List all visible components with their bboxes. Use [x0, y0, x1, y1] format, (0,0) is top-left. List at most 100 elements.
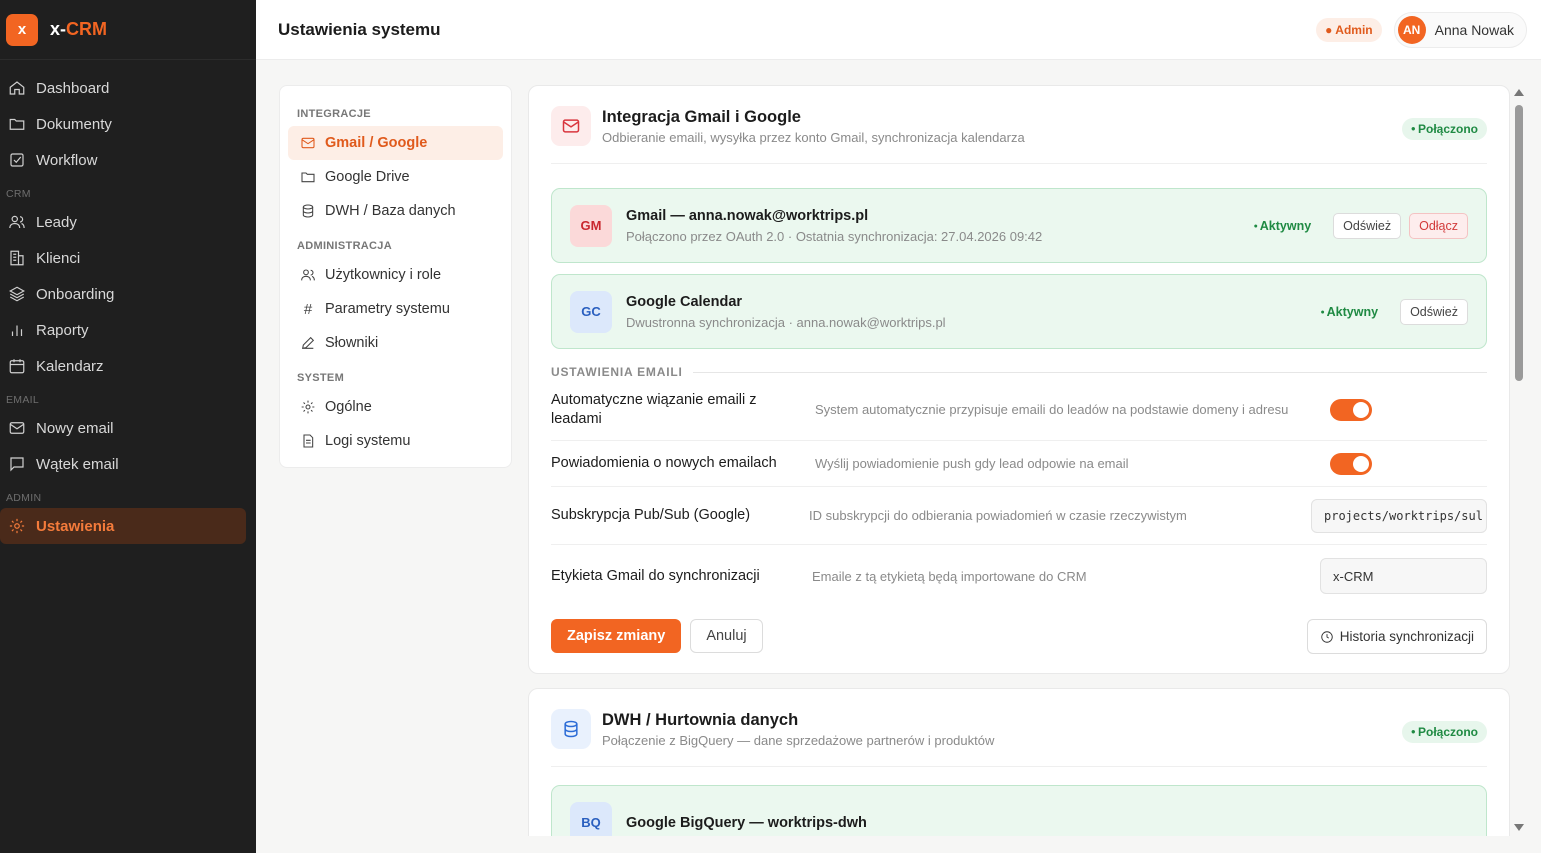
notifications-toggle[interactable] [1330, 452, 1372, 475]
setting-label: Etykieta Gmail do synchronizacji [551, 567, 760, 584]
settings-item-label: Logi systemu [325, 433, 411, 449]
gmail-logo: GM [570, 204, 612, 247]
nav-item-new-email[interactable]: Nowy email [0, 410, 246, 446]
file-icon [303, 434, 314, 448]
gmail-label-input[interactable]: x-CRM [1320, 558, 1487, 594]
settings-section-system: SYSTEM [297, 372, 345, 384]
nav-item-calendar[interactable]: Kalendarz [0, 348, 246, 384]
nav-item-documents[interactable]: Dokumenty [0, 106, 246, 142]
settings-item-label: Parametry systemu [325, 301, 450, 317]
nav-item-label: Dashboard [36, 79, 110, 97]
nav-item-label: Kalendarz [36, 357, 104, 375]
folder-icon [8, 115, 26, 133]
settings-item-users-roles[interactable]: Użytkownicy i role [288, 258, 503, 292]
nav-item-workflow[interactable]: Workflow [0, 142, 246, 178]
user-name: Anna Nowak [1434, 22, 1514, 38]
settings-item-label: Użytkownicy i role [325, 267, 442, 283]
settings-item-label: DWH / Baza danych [325, 203, 456, 219]
setting-label: Powiadomienia o nowych emailach [551, 455, 777, 471]
card-header: DWH / Hurtownia danych Połączenie z BigQ… [551, 709, 1487, 767]
nav-item-label: Klienci [36, 249, 81, 267]
refresh-button[interactable]: Odśwież [1400, 299, 1468, 325]
form-actions: Zapisz zmiany Anuluj Historia synchroniz… [551, 619, 1487, 654]
settings-item-google-drive[interactable]: Google Drive [288, 160, 503, 194]
viewport-edge [256, 836, 1541, 853]
nav-item-label: Raporty [36, 321, 89, 339]
setting-pubsub: Subskrypcja Pub/Sub (Google) ID subskryp… [551, 487, 1487, 545]
account-name: Gmail — anna.nowak@worktrips.pl [626, 207, 869, 224]
gear-icon [8, 517, 26, 535]
main-content: Integracja Gmail i Google Odbieranie ema… [528, 85, 1510, 853]
nav-item-leads[interactable]: Leady [0, 204, 246, 240]
settings-item-dictionaries[interactable]: Słowniki [288, 326, 503, 360]
settings-item-system-logs[interactable]: Logi systemu [288, 424, 503, 458]
status-badge: Połączono [1401, 118, 1487, 140]
account-status: Aktywny [1320, 305, 1378, 319]
pencil-icon [301, 336, 315, 350]
scroll-thumb[interactable] [1515, 105, 1523, 381]
status-badge: Połączono [1401, 721, 1487, 743]
email-settings-heading: USTAWIENIA EMAILI [551, 365, 1487, 379]
layers-icon [8, 285, 26, 303]
nav-item-onboarding[interactable]: Onboarding [0, 276, 246, 312]
nav-item-label: Wątek email [36, 455, 119, 473]
settings-item-label: Ogólne [325, 399, 372, 415]
check-square-icon [8, 151, 26, 169]
settings-item-system-params[interactable]: # Parametry systemu [288, 292, 503, 326]
settings-item-gmail-google[interactable]: Gmail / Google [288, 126, 503, 160]
setting-description: Emaile z tą etykietą będą importowane do… [812, 568, 1087, 584]
top-header: Ustawienia systemu ● Admin AN Anna Nowak [256, 0, 1541, 60]
users-icon [8, 213, 26, 231]
nav-item-settings[interactable]: Ustawienia [0, 508, 246, 544]
scroll-down-icon[interactable] [1514, 824, 1524, 831]
brand-logo: x [6, 13, 38, 46]
nav-item-label: Dokumenty [36, 115, 112, 133]
setting-description: Wyślij powiadomienie push gdy lead odpow… [815, 456, 1129, 471]
nav-section-email: EMAIL [6, 394, 40, 406]
nav-item-clients[interactable]: Klienci [0, 240, 246, 276]
setting-description: ID subskrypcji do odbierania powiadomień… [809, 508, 1187, 523]
setting-label: Automatyczne wiązanie emaili z leadami [551, 391, 757, 427]
nav-item-label: Leady [36, 213, 77, 231]
settings-section-admin: ADMINISTRACJA [297, 240, 392, 252]
main-nav: Dashboard Dokumenty Workflow CRM Leady K… [0, 60, 256, 544]
nav-item-reports[interactable]: Raporty [0, 312, 246, 348]
settings-item-dwh[interactable]: DWH / Baza danych [288, 194, 503, 228]
scroll-up-icon[interactable] [1514, 89, 1524, 96]
user-menu[interactable]: AN Anna Nowak [1393, 12, 1527, 48]
nav-item-email-thread[interactable]: Wątek email [0, 446, 246, 482]
nav-item-label: Onboarding [36, 285, 115, 303]
cancel-button[interactable]: Anuluj [690, 619, 763, 653]
setting-description: System automatycznie przypisuje emaili d… [815, 402, 1289, 417]
settings-nav: INTEGRACJE Gmail / Google Google Drive D… [279, 85, 512, 468]
disconnect-button[interactable]: Odłącz [1409, 213, 1468, 239]
settings-item-general[interactable]: Ogólne [288, 390, 503, 424]
save-button[interactable]: Zapisz zmiany [551, 619, 682, 653]
setting-notifications: Powiadomienia o nowych emailach Wyślij p… [551, 441, 1487, 487]
calendar-logo: GC [570, 290, 612, 333]
auto-link-toggle[interactable] [1330, 398, 1372, 421]
mail-icon [8, 419, 26, 437]
nav-section-admin: ADMIN [6, 492, 42, 504]
sync-history-button[interactable]: Historia synchronizacji [1306, 619, 1487, 654]
gmail-integration-card: Integracja Gmail i Google Odbieranie ema… [528, 85, 1510, 674]
scrollbar[interactable] [1512, 85, 1526, 835]
pubsub-input[interactable]: projects/worktrips/sul [1311, 498, 1487, 533]
building-icon [8, 249, 26, 267]
account-google-calendar: GC Google Calendar Dwustronna synchroniz… [551, 274, 1487, 349]
brand[interactable]: x x-CRM [0, 0, 256, 60]
home-icon [8, 79, 26, 97]
settings-item-label: Słowniki [325, 335, 379, 351]
card-header: Integracja Gmail i Google Odbieranie ema… [551, 106, 1487, 164]
dwh-card: DWH / Hurtownia danych Połączenie z BigQ… [528, 688, 1510, 853]
setting-auto-link: Automatyczne wiązanie emaili z leadami S… [551, 379, 1487, 441]
account-name: Google Calendar [626, 293, 743, 310]
setting-label: Subskrypcja Pub/Sub (Google) [551, 507, 751, 523]
settings-section-integrations: INTEGRACJE [297, 108, 371, 120]
card-subtitle: Połączenie z BigQuery — dane sprzedażowe… [602, 733, 995, 748]
settings-item-label: Gmail / Google [325, 135, 428, 151]
nav-item-dashboard[interactable]: Dashboard [0, 70, 246, 106]
refresh-button[interactable]: Odśwież [1333, 213, 1402, 239]
account-status: Aktywny [1254, 219, 1311, 233]
account-name: Google BigQuery — worktrips-dwh [626, 814, 867, 831]
